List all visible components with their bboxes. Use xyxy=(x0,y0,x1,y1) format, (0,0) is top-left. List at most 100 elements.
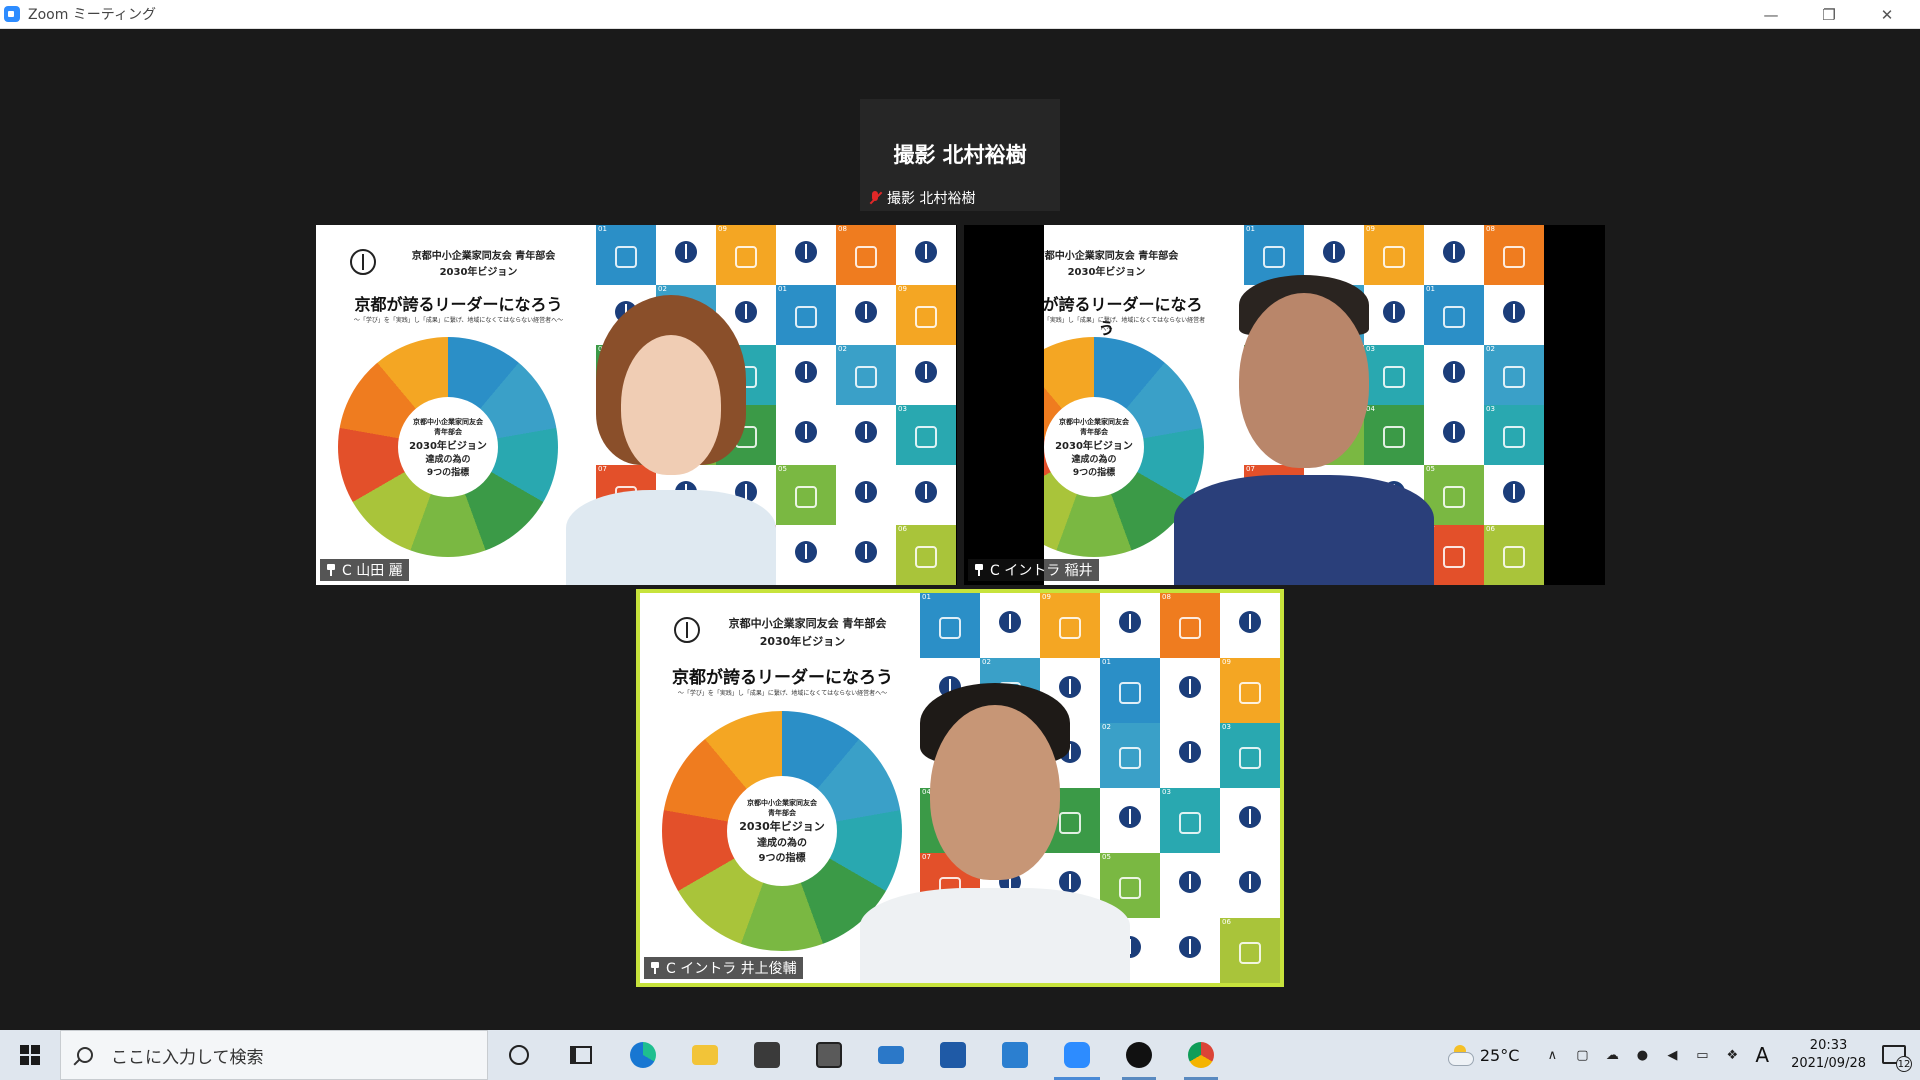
taskbar-mail[interactable] xyxy=(860,1030,922,1080)
taskbar-store[interactable] xyxy=(736,1030,798,1080)
taskbar: ここに入力して検索 25°C ∧ ▢ ☁ ● ◀ ▭ ❖ A 20:33 202… xyxy=(0,1030,1920,1080)
participant-face xyxy=(930,705,1060,880)
close-icon: ✕ xyxy=(1880,5,1894,24)
minimize-button[interactable]: — xyxy=(1742,0,1800,29)
video-tile-inai[interactable]: 京都中小企業家同友会 青年部会 2030年ビジョン 京都が誇るリーダーになろう … xyxy=(964,225,1605,585)
grid-cell: 09 xyxy=(716,225,776,285)
clock-time: 20:33 xyxy=(1809,1038,1848,1053)
taskbar-edge[interactable] xyxy=(612,1030,674,1080)
taskbar-app-gray[interactable] xyxy=(798,1030,860,1080)
task-view-icon xyxy=(570,1046,592,1064)
grid-cell xyxy=(896,345,956,405)
restore-icon: ❐ xyxy=(1822,5,1836,24)
grid-cell: 03 xyxy=(1484,405,1544,465)
mail-icon xyxy=(878,1046,904,1064)
onedrive-icon[interactable]: ☁ xyxy=(1603,1046,1621,1064)
grid-cell xyxy=(1484,285,1544,345)
vision-slide: 京都中小企業家同友会 青年部会 2030年ビジョン 京都が誇るリーダーになろう … xyxy=(316,225,601,585)
grid-cell: 01 xyxy=(776,285,836,345)
grid-cell xyxy=(1160,658,1220,723)
grid-cell: 09 xyxy=(896,285,956,345)
wheel-center-line: 青年部会 xyxy=(768,809,796,817)
notification-count: 12 xyxy=(1896,1056,1912,1072)
grid-cell xyxy=(776,405,836,465)
video-tile-yamada[interactable]: 京都中小企業家同友会 青年部会 2030年ビジョン 京都が誇るリーダーになろう … xyxy=(316,225,957,585)
weather-icon[interactable] xyxy=(1447,1045,1474,1066)
taskbar-app-blue[interactable] xyxy=(922,1030,984,1080)
grid-cell xyxy=(1160,723,1220,788)
grid-cell xyxy=(1100,593,1160,658)
participant-name-label: C イントラ 稲井 xyxy=(968,559,1099,581)
taskbar-app-calendar[interactable] xyxy=(984,1030,1046,1080)
ime-indicator[interactable]: A xyxy=(1755,1043,1769,1067)
grid-cell: 06 xyxy=(1220,918,1280,983)
search-icon xyxy=(77,1047,93,1063)
wheel-center-line: 京都中小企業家同友会 xyxy=(747,799,817,807)
grid-cell: 02 xyxy=(836,345,896,405)
grid-cell xyxy=(656,225,716,285)
grid-cell: 03 xyxy=(1160,788,1220,853)
video-tile-inoue[interactable]: 京都中小企業家同友会 青年部会 2030年ビジョン 京都が誇るリーダーになろう … xyxy=(636,589,1284,987)
notification-center-icon[interactable]: 12 xyxy=(1880,1042,1912,1072)
participant-name-label: C 山田 麗 xyxy=(320,559,409,581)
slide-org-line: 京都中小企業家同友会 青年部会 xyxy=(1044,251,1179,262)
chevron-up-icon[interactable]: ∧ xyxy=(1543,1046,1561,1064)
wheel-center-line: 2030年ビジョン xyxy=(409,440,487,452)
search-placeholder: ここに入力して検索 xyxy=(111,1047,264,1068)
taskbar-chrome[interactable] xyxy=(1170,1030,1232,1080)
pin-icon xyxy=(974,564,984,576)
restore-button[interactable]: ❐ xyxy=(1800,0,1858,29)
start-button[interactable] xyxy=(0,1030,60,1080)
grid-cell xyxy=(836,465,896,525)
close-button[interactable]: ✕ xyxy=(1858,0,1916,29)
microphone-icon[interactable]: ● xyxy=(1633,1046,1651,1064)
task-view-button[interactable] xyxy=(550,1030,612,1080)
participant-body xyxy=(1174,475,1434,585)
wheel-center-line: 青年部会 xyxy=(434,427,462,436)
app-icon xyxy=(940,1042,966,1068)
slide-subtitle: 〜「学び」を「実践」し「成果」に繋げ、地域になくてはならない経営者へ〜 xyxy=(353,317,564,324)
wheel-center-line: 9つの指標 xyxy=(1072,467,1116,478)
taskbar-file-explorer[interactable] xyxy=(674,1030,736,1080)
wheel-center: 京都中小企業家同友会 青年部会 2030年ビジョン 達成の為の 9つの指標 xyxy=(727,776,837,886)
zoom-app-icon xyxy=(4,6,20,22)
grid-cell: 03 xyxy=(896,405,956,465)
grid-cell xyxy=(1220,788,1280,853)
cortana-icon xyxy=(509,1045,529,1065)
app-icon xyxy=(1126,1042,1152,1068)
taskbar-zoom[interactable] xyxy=(1046,1030,1108,1080)
title-bar: Zoom ミーティング — ❐ ✕ xyxy=(0,0,1920,29)
windows-icon xyxy=(20,1045,40,1065)
grid-cell xyxy=(1160,918,1220,983)
dropbox-icon[interactable]: ❖ xyxy=(1723,1046,1741,1064)
slide-year-line: 2030年ビジョン xyxy=(759,635,846,648)
taskbar-search-box[interactable]: ここに入力して検索 xyxy=(60,1030,488,1080)
speaker-icon[interactable]: ◀ xyxy=(1663,1046,1681,1064)
wheel-center-line: 達成の為の xyxy=(425,454,471,465)
folder-icon xyxy=(692,1045,718,1065)
taskbar-app-black[interactable] xyxy=(1108,1030,1170,1080)
window-title: Zoom ミーティング xyxy=(28,7,156,23)
zoom-icon xyxy=(1064,1042,1090,1068)
clock-date: 2021/09/28 xyxy=(1791,1056,1866,1071)
device-icon[interactable]: ▢ xyxy=(1573,1046,1591,1064)
battery-icon[interactable]: ▭ xyxy=(1693,1046,1711,1064)
grid-cell: 01 xyxy=(596,225,656,285)
participant-body xyxy=(860,888,1130,983)
active-speaker-name: 撮影 北村裕樹 xyxy=(893,143,1027,167)
edge-icon xyxy=(630,1042,656,1068)
grid-cell xyxy=(980,593,1040,658)
cortana-button[interactable] xyxy=(488,1030,550,1080)
clock[interactable]: 20:33 2021/09/28 xyxy=(1791,1037,1866,1073)
grid-cell xyxy=(1220,593,1280,658)
temperature[interactable]: 25°C xyxy=(1480,1046,1520,1065)
grid-cell xyxy=(896,225,956,285)
wheel-center-line: 達成の為の xyxy=(757,838,807,849)
grid-cell xyxy=(836,525,896,585)
grid-cell: 09 xyxy=(1220,658,1280,723)
participant-body xyxy=(566,490,776,585)
grid-cell xyxy=(896,465,956,525)
wheel-center-line: 9つの指標 xyxy=(426,467,470,478)
active-speaker-tile[interactable]: 撮影 北村裕樹 撮影 北村裕樹 xyxy=(860,99,1060,211)
grid-cell xyxy=(776,225,836,285)
